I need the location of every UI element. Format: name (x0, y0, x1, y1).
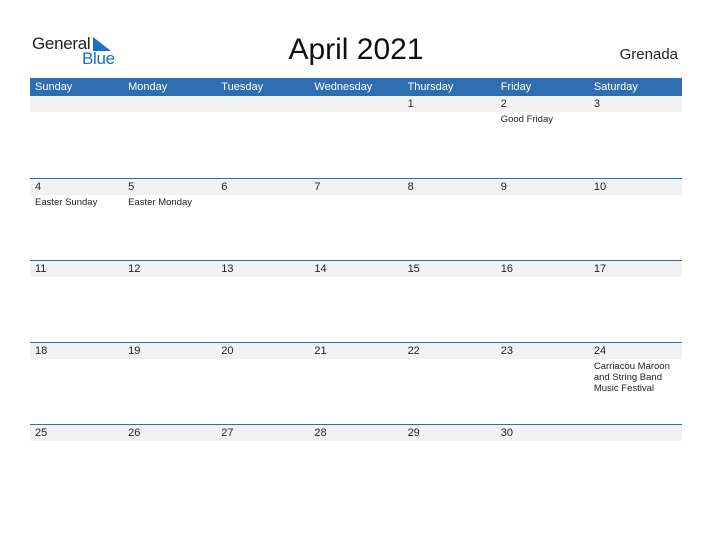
holiday-event (30, 112, 123, 125)
holiday-event (309, 359, 402, 394)
holiday-event: Easter Monday (128, 197, 193, 208)
holiday-event (496, 359, 589, 394)
holiday-event (123, 359, 216, 394)
holiday-event (309, 441, 402, 443)
day-number: 24 (593, 345, 607, 357)
day-number: 19 (128, 345, 141, 357)
day-number: 4 (35, 181, 42, 193)
holiday-event (123, 277, 216, 279)
holiday-event (589, 195, 682, 208)
day-number: 1 (407, 98, 414, 110)
holiday-event (403, 112, 496, 125)
holiday-event (309, 195, 402, 208)
weekday-wednesday: Wednesday (314, 81, 373, 93)
holiday-event (123, 112, 216, 125)
day-number: 7 (314, 181, 321, 193)
holiday-event (403, 441, 496, 443)
holiday-event (216, 195, 309, 208)
holiday-event (589, 112, 682, 125)
holiday-event (30, 359, 123, 394)
holiday-event (403, 359, 496, 394)
day-number: 16 (500, 263, 513, 275)
day-number: 27 (221, 427, 234, 439)
week-row: 25 26 27 28 29 30 (30, 424, 682, 506)
day-number-bar: 18 19 20 21 22 23 24 (30, 343, 682, 359)
holiday-event (216, 441, 309, 443)
holiday-event: Easter Sunday (35, 197, 98, 208)
day-number: 30 (500, 427, 513, 439)
weekday-friday: Friday (500, 81, 532, 93)
day-number (123, 96, 216, 112)
day-number: 25 (35, 427, 48, 439)
calendar-title: April 2021 (288, 33, 424, 66)
holiday-event (309, 277, 402, 279)
day-number: 9 (500, 181, 507, 193)
day-number: 8 (407, 181, 414, 193)
holiday-event (216, 112, 309, 125)
day-number: 21 (314, 345, 327, 357)
holiday-event (496, 441, 589, 443)
day-number-bar: 1 2 3 (30, 96, 682, 112)
holiday-event (403, 195, 496, 208)
week-row: 18 19 20 21 22 23 24 Carriacou Maroon and Strin… (30, 342, 682, 424)
week-row: 11 12 13 14 15 16 17 (30, 260, 682, 342)
holiday-event (496, 277, 589, 279)
day-number: 11 (35, 263, 47, 275)
day-number-bar: 11 12 13 14 15 16 17 (30, 261, 682, 277)
holiday-event (589, 277, 682, 279)
holiday-event (216, 277, 309, 279)
weekday-tuesday: Tuesday (221, 81, 264, 93)
day-number: 13 (221, 263, 234, 275)
day-number: 18 (35, 345, 48, 357)
day-number-bar: 25 26 27 28 29 30 (30, 425, 682, 441)
events-row: Carriacou Maroon and String Band Music F… (30, 359, 682, 394)
holiday-event (216, 359, 309, 394)
holiday-event (496, 195, 589, 208)
week-row: 1 2 3 Good Friday (30, 96, 682, 178)
day-number: 22 (407, 345, 420, 357)
weekday-monday: Monday (128, 81, 168, 93)
holiday-event (30, 441, 123, 443)
holiday-event (123, 441, 216, 443)
day-number: 23 (500, 345, 513, 357)
calendar-grid: Sunday Monday Tuesday Wednesday Thursday… (30, 78, 682, 506)
day-number: 28 (314, 427, 327, 439)
holiday-event: Good Friday (500, 114, 553, 125)
day-number (30, 96, 123, 112)
events-row (30, 441, 682, 443)
day-number (216, 96, 309, 112)
holiday-event (30, 277, 123, 279)
day-number (309, 96, 402, 112)
day-number-bar: 4 5 6 7 8 9 10 (30, 179, 682, 195)
day-number: 10 (593, 181, 607, 193)
day-number: 2 (500, 98, 507, 110)
holiday-event: Carriacou Maroon and String Band Music F… (593, 361, 670, 394)
week-row: 4 5 6 7 8 9 10 Easter Sunday Easter Monday (30, 178, 682, 260)
day-number: 17 (593, 263, 607, 275)
events-row (30, 277, 682, 279)
holiday-event (403, 277, 496, 279)
holiday-event (589, 441, 682, 443)
weekday-sunday: Sunday (35, 81, 73, 93)
day-number: 29 (407, 427, 420, 439)
day-number: 15 (407, 263, 420, 275)
day-number: 20 (221, 345, 234, 357)
weekday-saturday: Saturday (593, 81, 638, 93)
country-label: Grenada (619, 46, 678, 63)
events-row: Good Friday (30, 112, 682, 125)
holiday-event (309, 112, 402, 125)
day-number: 6 (221, 181, 228, 193)
day-number: 12 (128, 263, 141, 275)
day-number: 3 (593, 98, 600, 110)
weekday-thursday: Thursday (407, 81, 454, 93)
day-number: 5 (128, 181, 135, 193)
day-number (589, 425, 682, 441)
day-number: 26 (128, 427, 141, 439)
weekday-header: Sunday Monday Tuesday Wednesday Thursday… (30, 78, 682, 96)
events-row: Easter Sunday Easter Monday (30, 195, 682, 208)
day-number: 14 (314, 263, 327, 275)
